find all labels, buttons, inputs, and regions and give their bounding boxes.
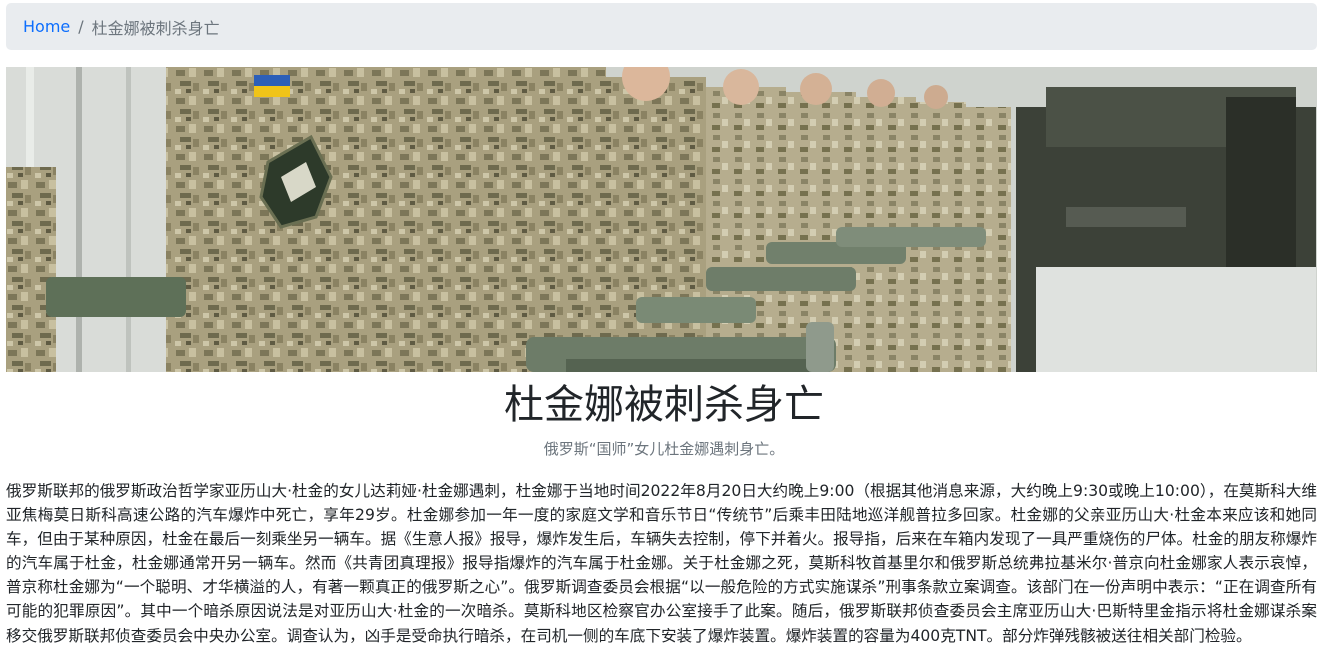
hero-image — [6, 67, 1317, 372]
breadcrumb-current: 杜金娜被刺杀身亡 — [91, 18, 220, 38]
breadcrumb-separator: / — [78, 17, 84, 36]
article-subtitle: 俄罗斯“国师”女儿杜金娜遇刺身亡。 — [543, 440, 785, 458]
article-body: 俄罗斯联邦的俄罗斯政治哲学家亚历山大·杜金的女儿达莉娅·杜金娜遇刺，杜金娜于当地… — [6, 482, 1317, 645]
article-title: 杜金娜被刺杀身亡 — [504, 382, 824, 428]
breadcrumb: Home / 杜金娜被刺杀身亡 — [6, 3, 1317, 50]
breadcrumb-home-link[interactable]: Home — [23, 17, 70, 36]
hero-image-illustration — [6, 67, 1317, 372]
